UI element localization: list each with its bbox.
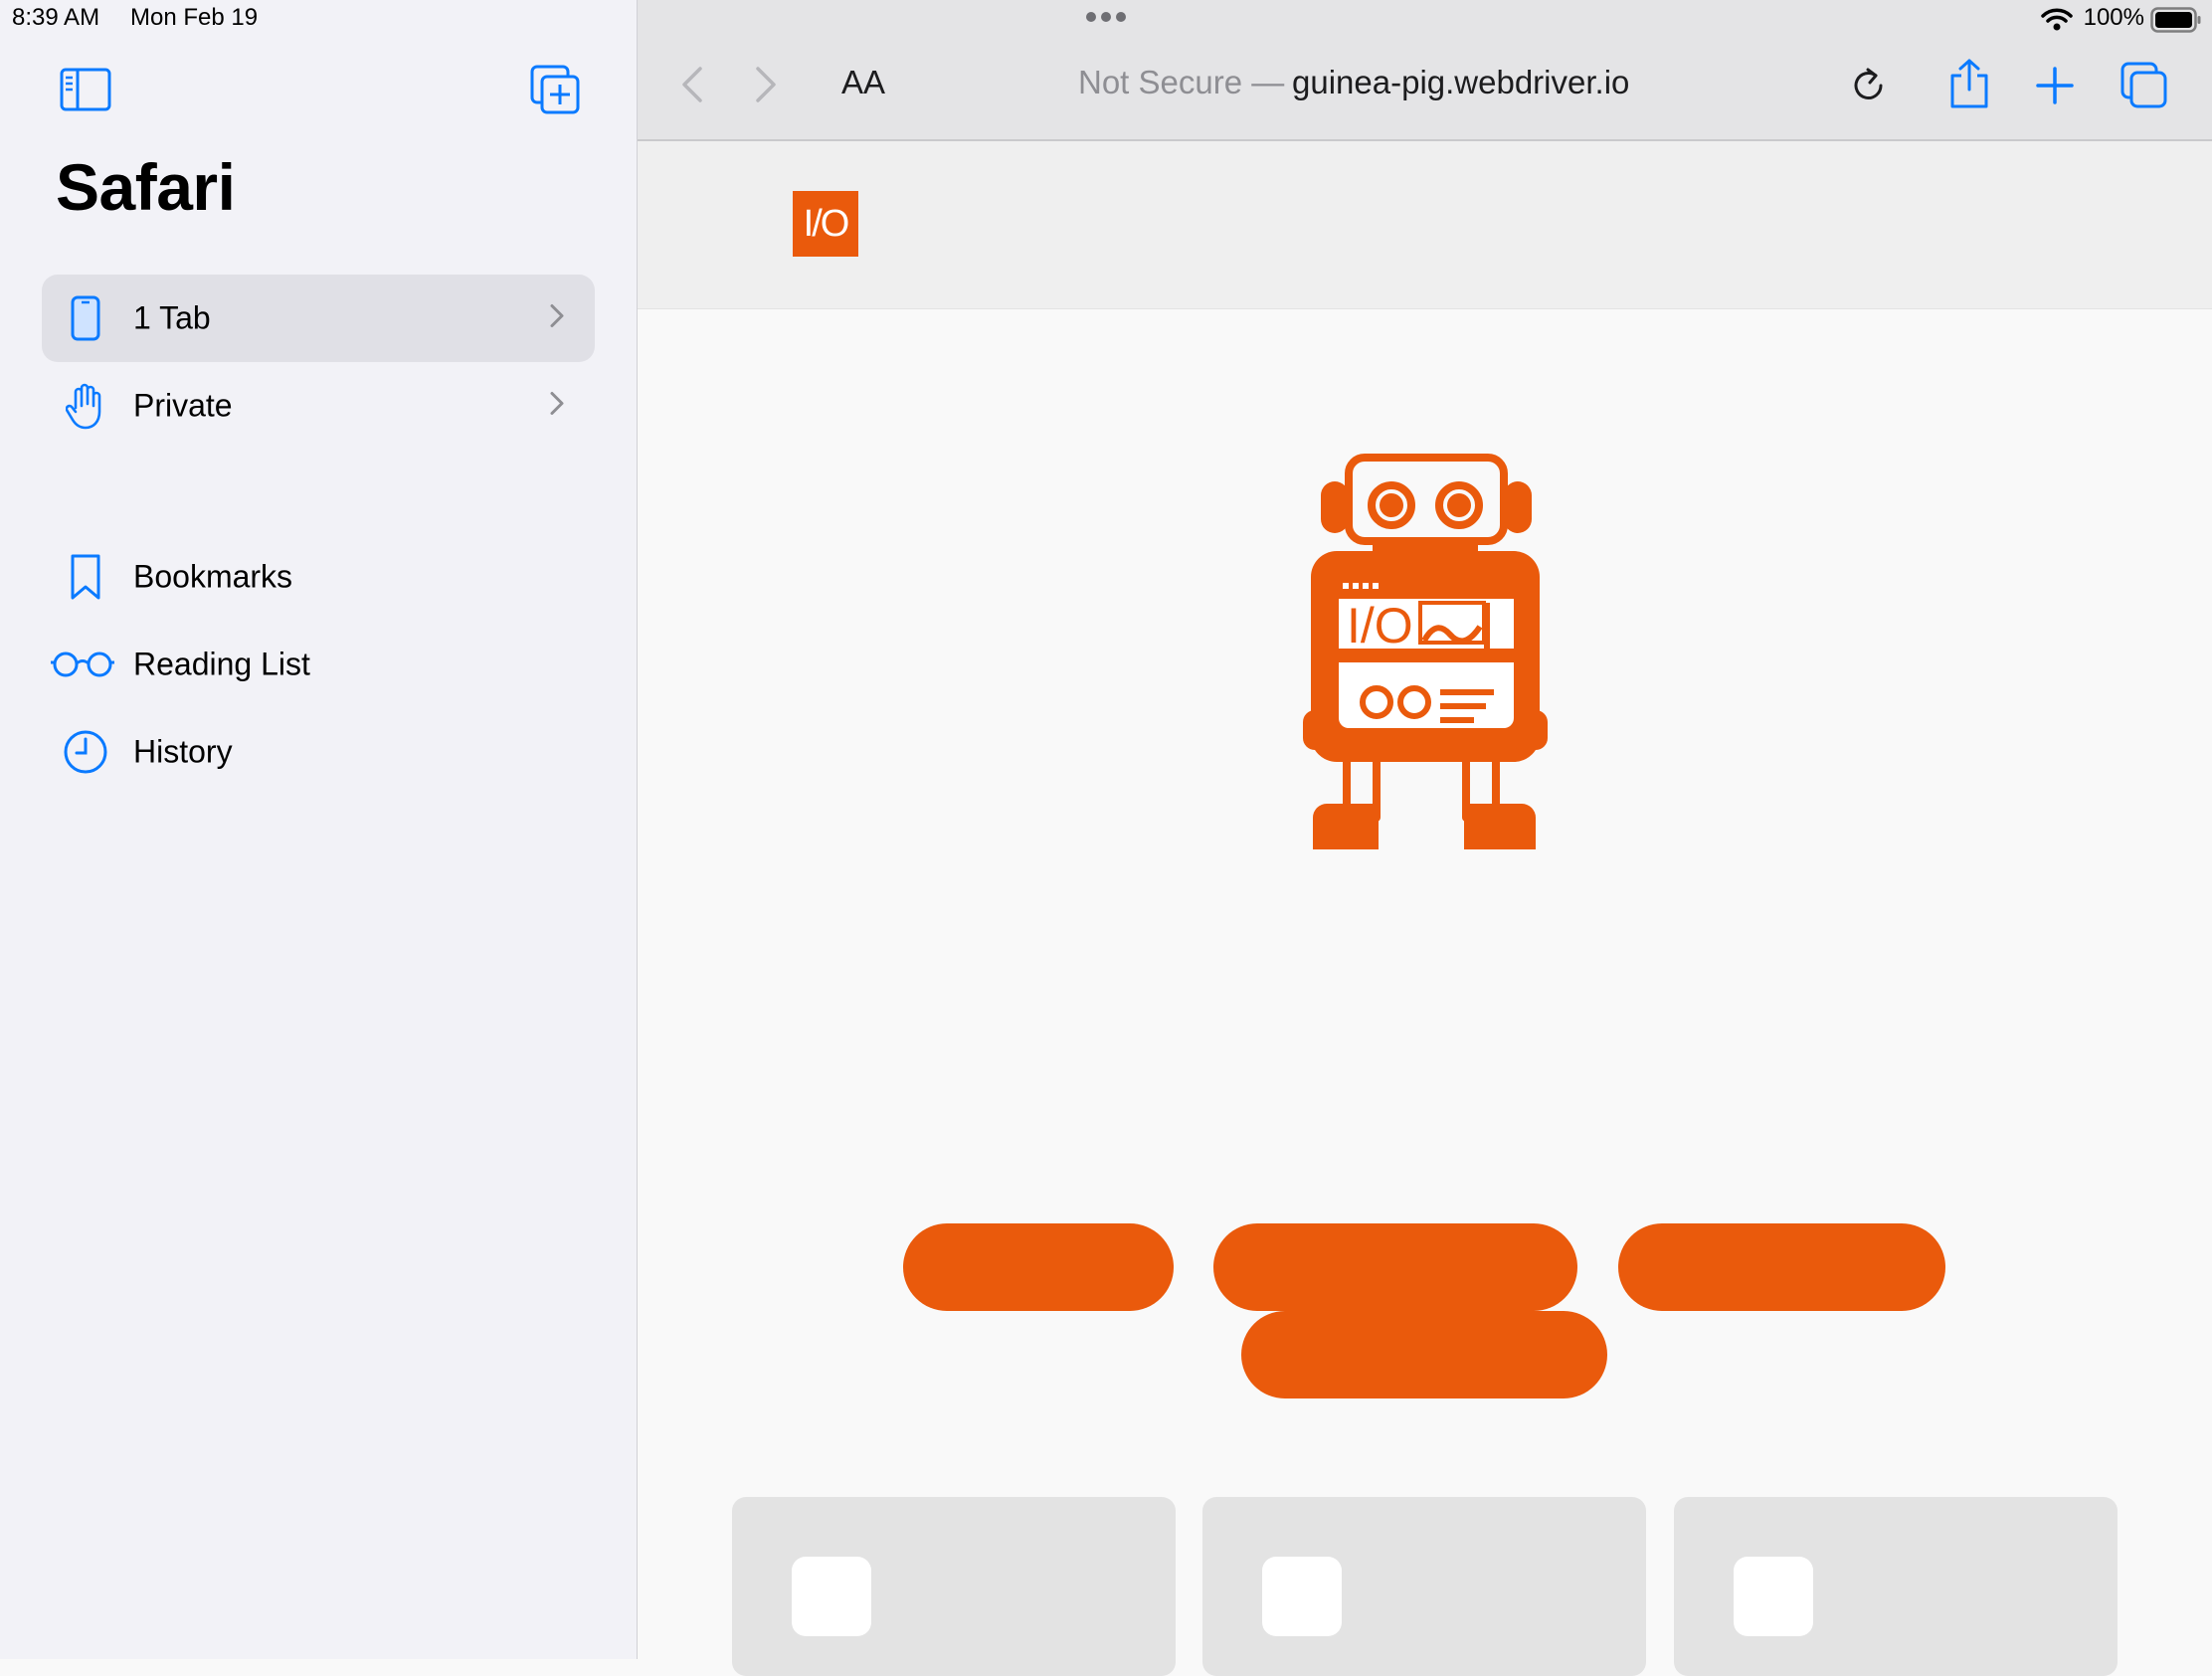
feature-card[interactable] <box>1202 1497 1646 1676</box>
battery-icon <box>2150 7 2202 38</box>
bookmark-icon <box>60 551 111 603</box>
status-time: 8:39 AM <box>12 4 100 31</box>
phone-icon <box>60 292 111 344</box>
battery-percent: 100% <box>2083 4 2144 31</box>
sidebar-item-label: Bookmarks <box>133 558 293 595</box>
chevron-right-icon <box>549 303 565 334</box>
action-button-1[interactable] <box>903 1223 1174 1311</box>
reload-icon[interactable] <box>1846 60 1892 109</box>
robot-illustration: I/O <box>1255 454 1593 854</box>
tab-group-label: Private <box>133 387 233 424</box>
card-icon <box>1734 1557 1813 1636</box>
status-date: Mon Feb 19 <box>130 4 259 31</box>
chevron-right-icon <box>549 391 565 422</box>
robot-chest-text: I/O <box>1347 598 1413 653</box>
sidebar-item-reading-list[interactable]: Reading List <box>42 621 595 708</box>
tab-group-1-tab[interactable]: 1 Tab <box>42 275 595 362</box>
card-icon <box>792 1557 871 1636</box>
wifi-icon <box>2041 8 2073 37</box>
feature-card[interactable] <box>1674 1497 2118 1676</box>
sidebar-item-bookmarks[interactable]: Bookmarks <box>42 533 595 621</box>
glasses-icon <box>50 639 115 690</box>
webpage-header <box>638 141 2212 309</box>
sidebar-item-label: History <box>133 733 233 770</box>
card-icon <box>1262 1557 1342 1636</box>
sidebar-item-history[interactable]: History <box>42 708 595 796</box>
action-button-4[interactable] <box>1241 1311 1607 1398</box>
tabs-overview-icon[interactable] <box>2117 58 2172 113</box>
new-tab-icon[interactable] <box>2029 60 2081 111</box>
tab-group-label: 1 Tab <box>133 299 211 336</box>
clock-icon <box>60 726 111 778</box>
feature-card[interactable] <box>732 1497 1176 1676</box>
site-logo[interactable]: I/O <box>793 191 858 257</box>
multitask-dots-icon[interactable] <box>1084 10 1128 29</box>
reader-settings-button[interactable]: AA <box>841 64 885 101</box>
share-icon[interactable] <box>1941 54 1997 113</box>
hand-icon <box>60 380 111 432</box>
sidebar-title: Safari <box>56 150 236 224</box>
tab-group-private[interactable]: Private <box>42 362 595 450</box>
forward-icon[interactable] <box>746 60 786 109</box>
back-icon[interactable] <box>672 60 712 109</box>
action-button-2[interactable] <box>1213 1223 1577 1311</box>
action-button-3[interactable] <box>1618 1223 1945 1311</box>
sidebar: Safari 1 Tab Private Bookmarks Reading L… <box>0 0 638 1659</box>
sidebar-toggle-icon[interactable] <box>58 64 113 115</box>
new-tab-group-icon[interactable] <box>527 62 583 117</box>
url-security-label[interactable]: Not Secure — <box>1078 64 1284 101</box>
url-field[interactable]: guinea-pig.webdriver.io <box>1292 64 1629 101</box>
sidebar-item-label: Reading List <box>133 646 310 682</box>
